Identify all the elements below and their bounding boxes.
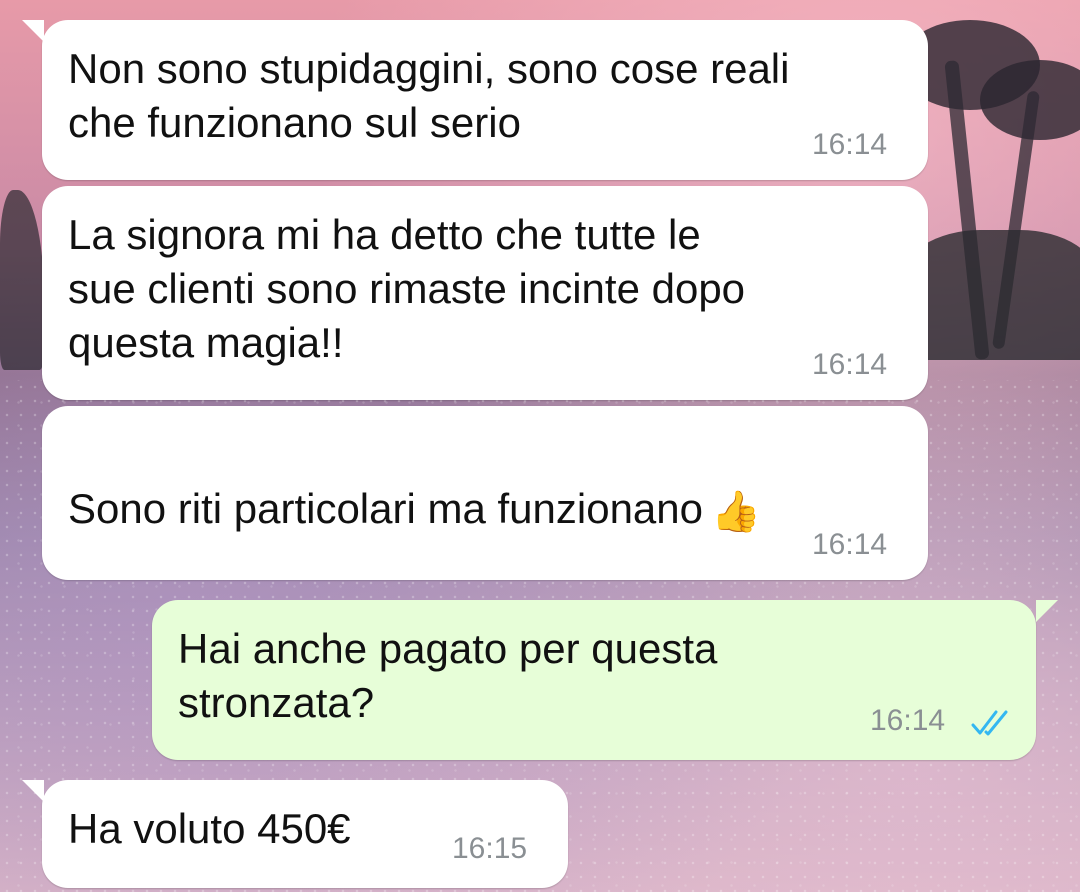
message-timestamp: 16:14: [812, 348, 888, 381]
outgoing-message-bubble[interactable]: Hai anche pagato per questa stronzata? 1…: [152, 600, 1036, 760]
message-text: Sono riti particolari ma funzionano 👍: [68, 428, 761, 539]
message-timestamp: 16:14: [812, 128, 888, 161]
incoming-message-bubble[interactable]: Non sono stupidaggini, sono cose reali c…: [42, 20, 928, 180]
bubble-tail: [22, 20, 44, 42]
message-timestamp: 16:15: [452, 832, 528, 865]
message-timestamp: 16:14: [870, 704, 946, 737]
message-text: La signora mi ha detto che tutte le sue …: [68, 211, 746, 366]
read-receipt-icon: [971, 710, 1008, 736]
bubble-tail: [1036, 600, 1058, 622]
message-text: Non sono stupidaggini, sono cose reali c…: [68, 45, 790, 146]
incoming-message-bubble[interactable]: Ha voluto 450€ 16:15: [42, 780, 568, 888]
message-text: Ha voluto 450€: [68, 805, 351, 852]
incoming-message-bubble[interactable]: La signora mi ha detto che tutte le sue …: [42, 186, 928, 400]
incoming-message-bubble[interactable]: Sono riti particolari ma funzionano 👍 16:…: [42, 406, 928, 580]
thumbs-up-icon: 👍: [711, 489, 761, 534]
bubble-tail: [22, 780, 44, 802]
message-text: Hai anche pagato per questa stronzata?: [178, 625, 718, 726]
message-text-content: Sono riti particolari ma funzionano: [68, 485, 704, 532]
message-timestamp: 16:14: [812, 528, 888, 561]
